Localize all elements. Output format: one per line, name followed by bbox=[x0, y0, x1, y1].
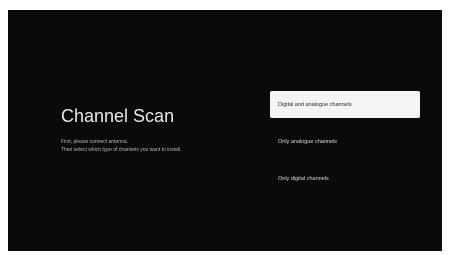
page-title: Channel Scan bbox=[61, 106, 175, 126]
option-only-analogue[interactable]: Only analogue channels bbox=[270, 128, 420, 155]
instruction-line-2: Then select which type of channels you w… bbox=[61, 147, 182, 153]
channel-type-options: Digital and analogue channels Only analo… bbox=[270, 91, 420, 202]
option-only-digital[interactable]: Only digital channels bbox=[270, 165, 420, 192]
tv-screen: Channel Scan First, please connect anten… bbox=[8, 10, 442, 251]
instruction-line-1: First, please connect antenna. bbox=[61, 139, 128, 145]
option-label: Only analogue channels bbox=[278, 138, 338, 145]
instructions: First, please connect antenna. Then sele… bbox=[61, 138, 181, 154]
option-label: Digital and analogue channels bbox=[278, 101, 352, 108]
option-label: Only digital channels bbox=[278, 175, 329, 182]
option-digital-and-analogue[interactable]: Digital and analogue channels bbox=[270, 91, 420, 118]
